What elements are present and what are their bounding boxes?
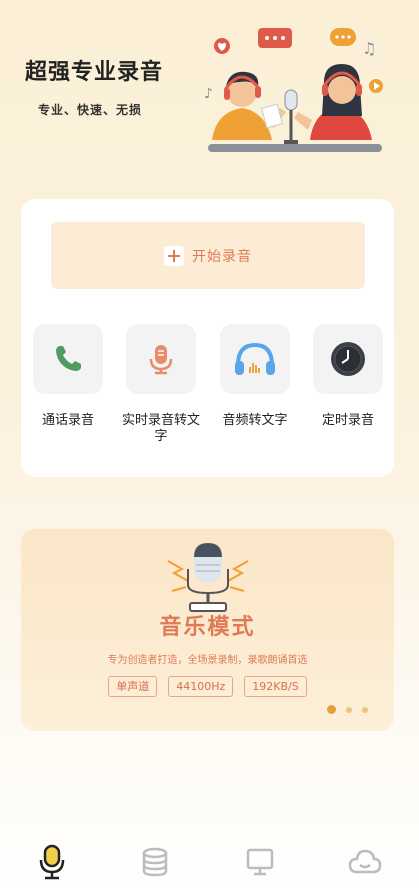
feature-label: 通话录音 (41, 413, 94, 428)
carousel-dot[interactable] (327, 705, 336, 714)
tag-bitrate: 192KB/S (244, 676, 307, 697)
carousel-dot[interactable] (346, 706, 352, 713)
clock-icon (313, 324, 383, 394)
app-subtitle: 专业、快速、无损 (38, 103, 143, 117)
tag-sample-rate: 44100Hz (168, 676, 234, 697)
microphone-icon (126, 324, 196, 394)
tag-channel: 单声道 (108, 676, 158, 697)
nav-cloud[interactable] (345, 842, 385, 882)
headphones-icon (220, 324, 290, 394)
app-title: 超强专业录音 (25, 60, 164, 85)
phone-icon (33, 324, 103, 394)
svg-text:♪: ♪ (204, 86, 213, 102)
feature-label: 音频转文字 (222, 413, 288, 428)
microphone-icon (39, 844, 65, 880)
feature-realtime-transcribe[interactable]: 实时录音转文字 (121, 324, 201, 445)
start-recording-button[interactable]: 开始录音 (51, 222, 365, 289)
cloud-icon (348, 849, 382, 874)
svg-text:♫: ♫ (362, 39, 376, 58)
studio-mic-icon (167, 543, 249, 612)
feature-grid: 通话录音 实时录音转文字 音频转文字 定时录音 (21, 324, 394, 464)
mode-title: 音乐模式 (159, 615, 256, 640)
database-icon (142, 847, 168, 877)
carousel-dots (327, 705, 368, 714)
feature-timed-recording[interactable]: 定时录音 (308, 324, 388, 429)
carousel-dot[interactable] (362, 706, 368, 713)
monitor-icon (246, 848, 274, 876)
feature-label: 定时录音 (321, 413, 374, 428)
nav-screen[interactable] (240, 842, 280, 882)
start-recording-label: 开始录音 (192, 248, 252, 265)
main-card: 开始录音 通话录音 实时录音转文字 音频转文字 定时录音 (21, 199, 394, 477)
plus-icon (164, 245, 184, 266)
mode-description: 专为创造者打造，全场景录制，录歌朗诵首选 (107, 655, 308, 666)
nav-files[interactable] (135, 842, 175, 882)
feature-label: 实时录音转文字 (121, 413, 200, 444)
feature-audio-transcribe[interactable]: 音频转文字 (215, 324, 295, 429)
nav-record[interactable] (32, 842, 72, 882)
bottom-nav (0, 838, 419, 894)
feature-call-recording[interactable]: 通话录音 (28, 324, 108, 429)
mode-tags: 单声道 44100Hz 192KB/S (21, 676, 394, 697)
header: 超强专业录音 专业、快速、无损 ♪ ♫ (0, 0, 419, 170)
music-mode-banner[interactable]: 音乐模式 专为创造者打造，全场景录制，录歌朗诵首选 单声道 44100Hz 19… (21, 529, 394, 731)
podcast-illustration: ♪ ♫ (204, 28, 383, 152)
